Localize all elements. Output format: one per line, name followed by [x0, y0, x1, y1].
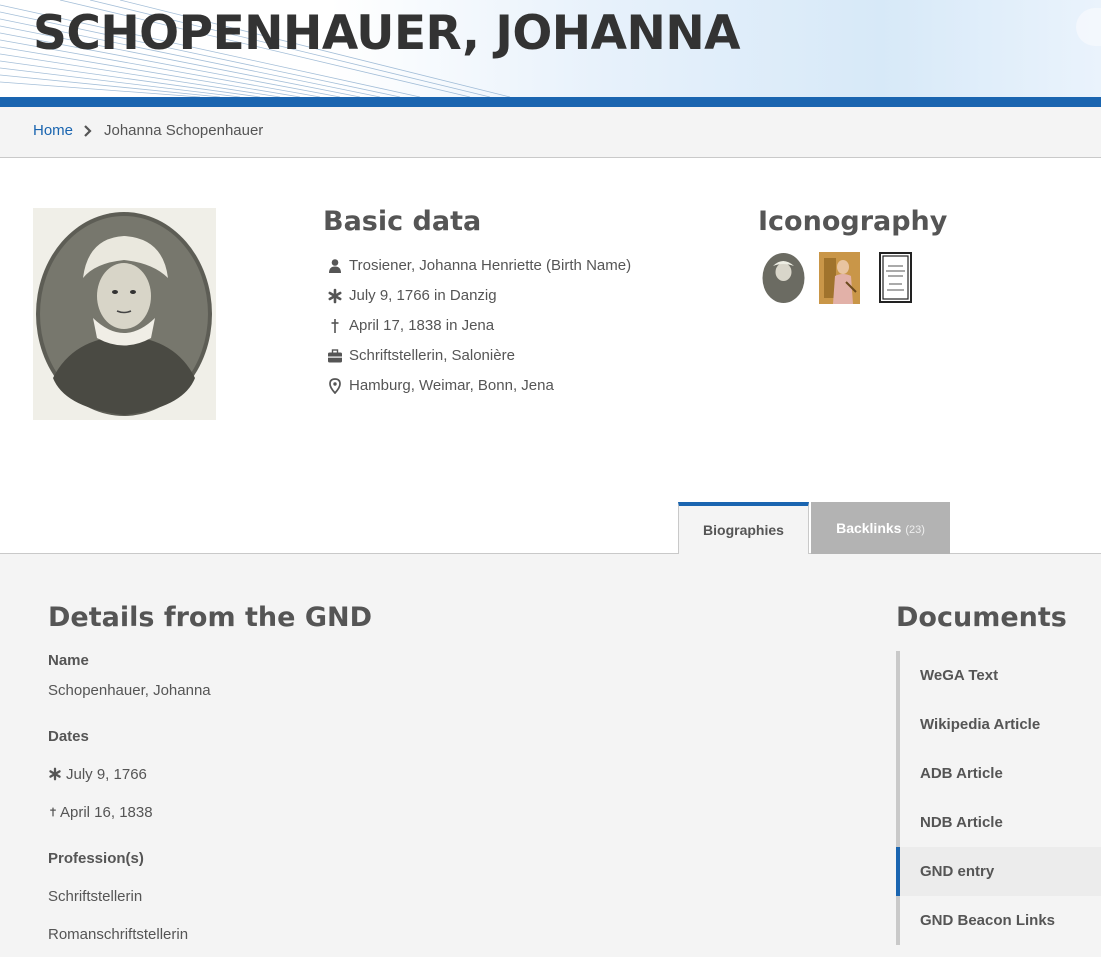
birth-text: July 9, 1766 in Danzig: [349, 287, 497, 304]
death-text: April 17, 1838 in Jena: [349, 317, 495, 334]
birth-name-item: Trosiener, Johanna Henriette (Birth Name…: [327, 256, 631, 286]
briefcase-icon: [328, 349, 342, 363]
basic-data-list: Trosiener, Johanna Henriette (Birth Name…: [327, 256, 631, 406]
user-icon: [329, 259, 341, 273]
page-header-banner: SCHOPENHAUER, JOHANNA: [0, 0, 1101, 97]
basic-data-heading: Basic data: [323, 206, 482, 237]
asterisk-icon: [49, 767, 61, 781]
document-link-gnd-beacon-links[interactable]: GND Beacon Links: [900, 896, 1101, 945]
document-link-gnd-entry[interactable]: GND entry: [896, 847, 1101, 896]
gnd-birth-date: July 9, 1766: [48, 766, 147, 783]
birth-item: July 9, 1766 in Danzig: [327, 286, 631, 316]
iconography-thumbnail-painting[interactable]: [818, 252, 863, 304]
iconography-thumbnail-portrait[interactable]: [761, 252, 806, 304]
tab-biographies[interactable]: Biographies: [678, 502, 809, 554]
gnd-death-date: April 16, 1838: [48, 804, 153, 821]
gnd-details-heading: Details from the GND: [48, 602, 372, 633]
banner-decoration: [1076, 8, 1101, 46]
gnd-death-date-text: April 16, 1838: [60, 804, 153, 821]
iconography-heading: Iconography: [758, 206, 948, 237]
map-marker-icon: [329, 378, 341, 394]
places-item: Hamburg, Weimar, Bonn, Jena: [327, 376, 631, 406]
document-link-wikipedia-article[interactable]: Wikipedia Article: [900, 700, 1101, 749]
portrait-image[interactable]: [33, 208, 216, 420]
gnd-dates-label: Dates: [48, 728, 89, 745]
gnd-birth-date-text: July 9, 1766: [66, 766, 147, 783]
documents-heading: Documents: [896, 602, 1067, 633]
gnd-name-value: Schopenhauer, Johanna: [48, 682, 211, 699]
document-link-adb-article[interactable]: ADB Article: [900, 749, 1101, 798]
gnd-profession-item: Schriftstellerin: [48, 888, 143, 905]
chevron-right-icon: [84, 125, 92, 137]
occupation-text: Schriftstellerin, Salonière: [349, 347, 515, 364]
documents-nav: WeGA Text Wikipedia Article ADB Article …: [896, 651, 1101, 945]
gnd-professions-label: Profession(s): [48, 850, 144, 867]
page-title: SCHOPENHAUER, JOHANNA: [33, 6, 741, 61]
death-item: April 17, 1838 in Jena: [327, 316, 631, 346]
iconography-thumbnail-document[interactable]: [874, 252, 919, 304]
asterisk-icon: [328, 288, 342, 304]
dagger-icon: [331, 319, 339, 333]
breadcrumb-home-link[interactable]: Home: [33, 122, 73, 139]
birth-name-text: Trosiener, Johanna Henriette (Birth Name…: [349, 257, 632, 274]
gnd-profession-item: Romanschriftstellerin: [48, 926, 189, 943]
tab-backlinks-label: Backlinks: [836, 520, 902, 536]
tab-biographies-label: Biographies: [703, 522, 784, 538]
places-text: Hamburg, Weimar, Bonn, Jena: [349, 377, 554, 394]
document-link-ndb-article[interactable]: NDB Article: [900, 798, 1101, 847]
breadcrumb-current: Johanna Schopenhauer: [104, 122, 264, 139]
tab-backlinks-count: (23): [905, 524, 925, 536]
occupation-item: Schriftstellerin, Salonière: [327, 346, 631, 376]
breadcrumb: Home Johanna Schopenhauer: [0, 107, 1101, 158]
header-accent-bar: [0, 97, 1101, 107]
dagger-icon: [50, 807, 56, 817]
tab-backlinks[interactable]: Backlinks (23): [811, 502, 950, 554]
gnd-name-label: Name: [48, 652, 89, 669]
document-link-wega-text[interactable]: WeGA Text: [900, 651, 1101, 700]
